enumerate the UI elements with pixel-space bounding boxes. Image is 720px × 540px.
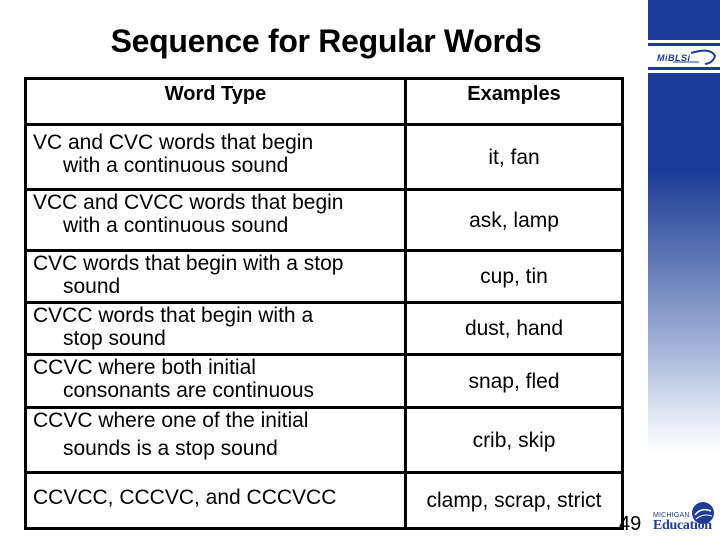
word-type-cell: CVC words that begin with a stop sound bbox=[24, 249, 407, 304]
word-type-line1: VC and CVC words that begin bbox=[33, 131, 314, 154]
examples-cell: it, fan bbox=[404, 123, 624, 191]
examples-cell: clamp, scrap, strict bbox=[404, 471, 624, 530]
word-type-line1: CVC words that begin with a stop bbox=[33, 252, 344, 275]
word-type-line2: sounds is a stop sound bbox=[63, 437, 278, 460]
word-type-cell: CCVCC, CCCVC, and CCCVCC bbox=[24, 471, 407, 530]
word-type-cell: VC and CVC words that begin with a contin… bbox=[24, 123, 407, 191]
table-row: CVCC words that begin with a stop sound d… bbox=[24, 301, 624, 356]
word-type-line2: stop sound bbox=[63, 327, 166, 350]
word-type-line1: CCVC where both initial bbox=[33, 356, 256, 379]
word-type-cell: VCC and CVCC words that begin with a cont… bbox=[24, 188, 407, 252]
page-number: 49 bbox=[619, 513, 642, 535]
side-bar-stripe bbox=[648, 67, 720, 70]
table-row: VCC and CVCC words that begin with a cont… bbox=[24, 188, 624, 252]
word-type-line1: CCVCC, CCCVC, and CCCVCC bbox=[33, 486, 337, 509]
side-accent-bar bbox=[648, 0, 720, 540]
word-type-cell: CVCC words that begin with a stop sound bbox=[24, 301, 407, 356]
table-header-row: Word Type Examples bbox=[24, 77, 624, 126]
side-bar-top-segment bbox=[648, 0, 720, 40]
word-type-line2: consonants are continuous bbox=[63, 379, 315, 402]
word-type-line1: VCC and CVCC words that begin bbox=[33, 191, 344, 214]
header-examples: Examples bbox=[404, 77, 624, 126]
header-word-type: Word Type bbox=[24, 77, 407, 126]
word-type-line2: with a continuous sound bbox=[63, 214, 289, 237]
education-label: Education bbox=[653, 518, 712, 533]
table-row: CCVCC, CCCVC, and CCCVCC clamp, scrap, s… bbox=[24, 471, 624, 530]
michigan-education-logo: MICHIGAN Education bbox=[651, 499, 719, 535]
examples-cell: dust, hand bbox=[404, 301, 624, 356]
word-type-line2: sound bbox=[63, 275, 121, 298]
examples-cell: snap, fled bbox=[404, 353, 624, 409]
word-type-line1: CVCC words that begin with a bbox=[33, 304, 314, 327]
side-bar-gradient bbox=[648, 73, 720, 453]
table-row: VC and CVC words that begin with a contin… bbox=[24, 123, 624, 191]
word-sequence-table: Word Type Examples VC and CVC words that… bbox=[24, 77, 624, 530]
examples-cell: crib, skip bbox=[404, 406, 624, 474]
word-type-cell: CCVC where one of the initial sounds is a… bbox=[24, 406, 407, 474]
word-type-line2: with a continuous sound bbox=[63, 154, 289, 177]
table-row: CCVC where both initial consonants are co… bbox=[24, 353, 624, 409]
swoosh-icon bbox=[673, 49, 717, 65]
word-type-line1: CCVC where one of the initial bbox=[33, 409, 309, 432]
side-bar-stripe bbox=[648, 43, 720, 46]
examples-cell: ask, lamp bbox=[404, 188, 624, 252]
examples-cell: cup, tin bbox=[404, 249, 624, 304]
word-type-cell: CCVC where both initial consonants are co… bbox=[24, 353, 407, 409]
table-row: CCVC where one of the initial sounds is a… bbox=[24, 406, 624, 474]
slide-title: Sequence for Regular Words bbox=[110, 23, 542, 59]
table-row: CVC words that begin with a stop sound cu… bbox=[24, 249, 624, 304]
miblsi-logo: MiBLSi bbox=[653, 47, 719, 67]
